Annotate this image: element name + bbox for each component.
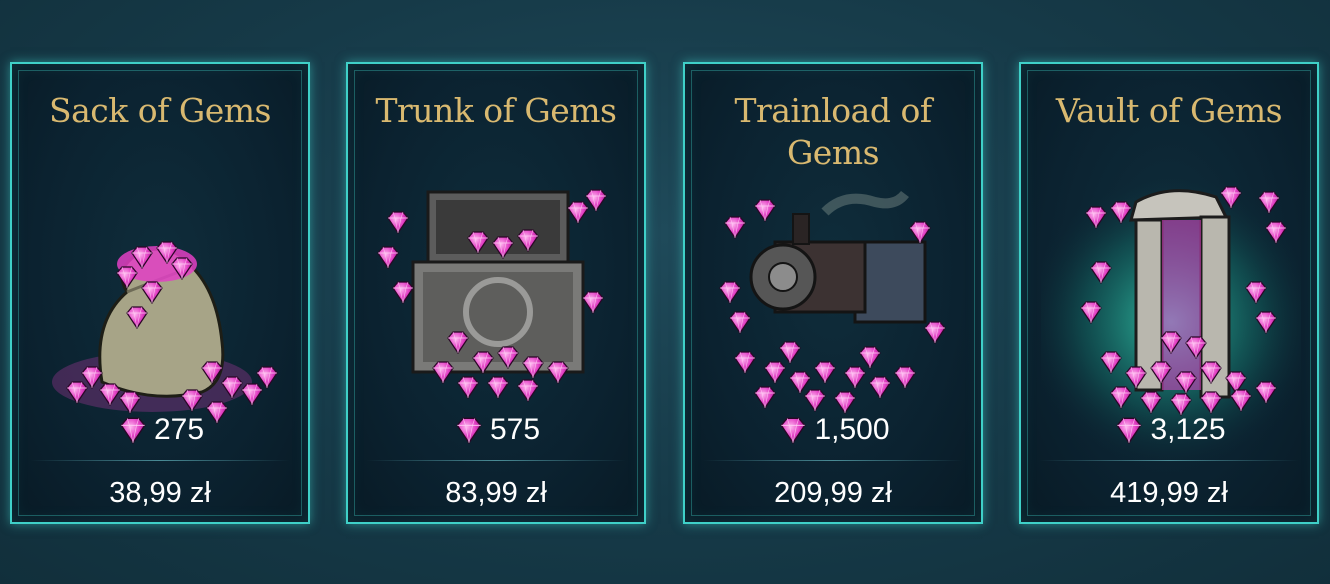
gem-icon <box>1117 417 1142 444</box>
gem-amount: 1,500 <box>685 410 981 450</box>
gem-amount-value: 3,125 <box>1150 413 1226 446</box>
gem-icon <box>120 417 146 444</box>
divider <box>703 460 963 461</box>
price-label: 209,99 zł <box>774 477 892 509</box>
offer-vault-of-gems[interactable]: Vault of Gems 3,125 419,99 zł <box>1019 62 1319 524</box>
price-label: 419,99 zł <box>1110 477 1228 509</box>
offer-sack-of-gems[interactable]: Sack of Gems 275 38,99 zł <box>10 62 310 524</box>
gem-amount-value: 275 <box>153 413 205 446</box>
gem-amount: 3,125 <box>1021 410 1317 450</box>
offer-title: Sack of Gems <box>49 91 271 130</box>
gem-icon <box>781 417 806 444</box>
gem-amount-value: 1,500 <box>814 413 890 446</box>
divider <box>30 460 290 461</box>
offer-title: Trunk of Gems <box>375 91 617 130</box>
offer-title: Vault of Gems <box>1055 91 1283 130</box>
gem-amount-value: 575 <box>489 413 541 446</box>
offer-trunk-of-gems[interactable]: Trunk of Gems 575 83,99 zł <box>346 62 646 524</box>
divider <box>1039 460 1299 461</box>
gem-icon <box>456 417 482 444</box>
price-label: 83,99 zł <box>445 477 547 509</box>
gem-amount: 275 <box>12 410 308 450</box>
offer-trainload-of-gems[interactable]: Trainload of Gems 1,500 209,99 zł <box>683 62 983 524</box>
price-label: 38,99 zł <box>109 477 211 509</box>
offer-title: Trainload of Gems <box>734 91 932 172</box>
gem-amount: 575 <box>348 410 644 450</box>
gem-shop: { "offers": [ {"title": "Sack of Gems", … <box>0 0 1330 584</box>
divider <box>366 460 626 461</box>
